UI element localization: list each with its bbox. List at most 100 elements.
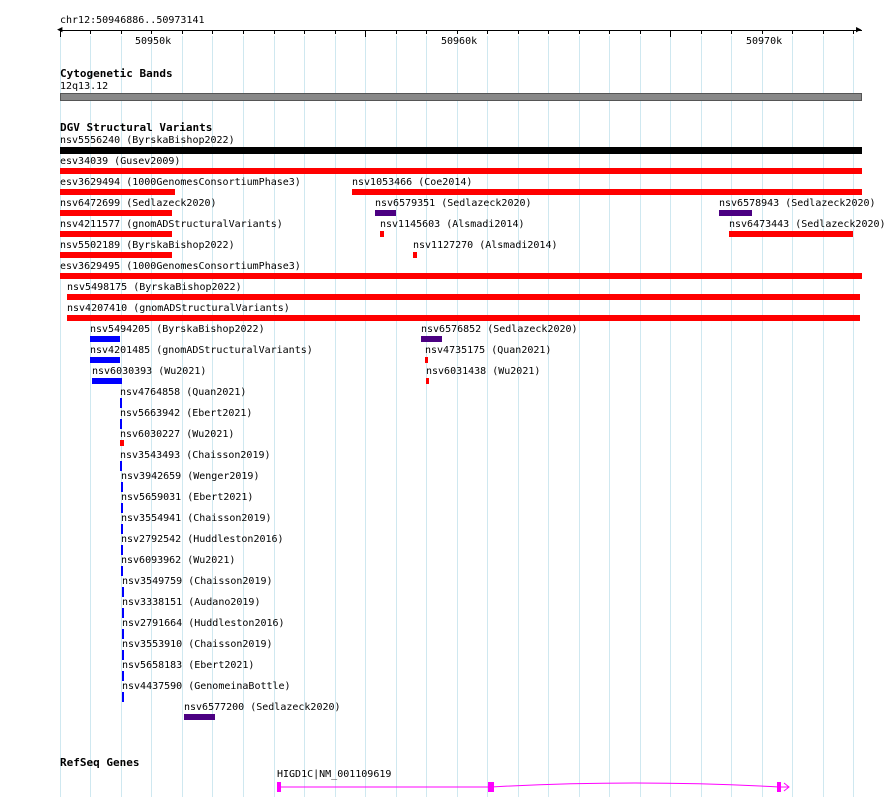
sv-feature-bar[interactable] bbox=[413, 252, 417, 258]
sv-feature-bar[interactable] bbox=[122, 629, 124, 639]
ruler-tick bbox=[274, 30, 275, 34]
ruler-tick bbox=[212, 30, 213, 34]
sv-feature-bar[interactable] bbox=[60, 252, 172, 258]
ruler-tick bbox=[701, 30, 702, 34]
sv-feature-label: esv3629494 (1000GenomesConsortiumPhase3) bbox=[60, 177, 301, 188]
gene-intron bbox=[490, 782, 780, 788]
sv-feature-label: nsv5658183 (Ebert2021) bbox=[122, 660, 255, 671]
sv-feature-bar[interactable] bbox=[425, 357, 428, 363]
ruler-tick bbox=[243, 30, 244, 34]
sv-feature-bar[interactable] bbox=[122, 608, 124, 618]
sv-feature-bar[interactable] bbox=[120, 461, 122, 471]
ruler-tick bbox=[762, 30, 763, 34]
sv-feature-bar[interactable] bbox=[60, 231, 172, 237]
sv-feature-label: nsv5498175 (ByrskaBishop2022) bbox=[67, 282, 242, 293]
genome-browser-view: chr12:50946886..50973141 ◀ ▶ 50950k 5096… bbox=[0, 0, 890, 797]
ruler-tick bbox=[457, 30, 458, 34]
sv-feature-bar[interactable] bbox=[184, 714, 215, 720]
ruler-tick bbox=[304, 30, 305, 34]
sv-feature-bar[interactable] bbox=[60, 210, 172, 216]
gene-model[interactable] bbox=[0, 775, 890, 797]
sv-feature-bar[interactable] bbox=[60, 189, 175, 195]
track-title-cytobands: Cytogenetic Bands bbox=[60, 67, 173, 80]
ruler-tick bbox=[365, 30, 366, 37]
sv-feature-bar[interactable] bbox=[120, 398, 122, 408]
sv-feature-label: nsv5556240 (ByrskaBishop2022) bbox=[60, 135, 235, 146]
sv-feature-label: nsv1145603 (Alsmadi2014) bbox=[380, 219, 525, 230]
sv-feature-bar[interactable] bbox=[122, 692, 124, 702]
ruler-tick bbox=[670, 30, 671, 37]
sv-feature-label: nsv3543493 (Chaisson2019) bbox=[120, 450, 271, 461]
sv-feature-label: nsv6472699 (Sedlazeck2020) bbox=[60, 198, 217, 209]
sv-feature-label: nsv6031438 (Wu2021) bbox=[426, 366, 541, 377]
sv-feature-bar[interactable] bbox=[375, 210, 396, 216]
sv-feature-label: nsv5502189 (ByrskaBishop2022) bbox=[60, 240, 235, 251]
sv-feature-label: nsv6030393 (Wu2021) bbox=[92, 366, 207, 377]
sv-feature-bar[interactable] bbox=[352, 189, 862, 195]
sv-feature-label: nsv6576852 (Sedlazeck2020) bbox=[421, 324, 578, 335]
sv-feature-bar[interactable] bbox=[120, 419, 122, 429]
sv-feature-bar[interactable] bbox=[120, 440, 124, 446]
sv-feature-label: nsv4211577 (gnomADStructuralVariants) bbox=[60, 219, 283, 230]
sv-feature-bar[interactable] bbox=[60, 273, 862, 279]
cytoband-bar[interactable] bbox=[60, 93, 862, 101]
sv-feature-bar[interactable] bbox=[60, 147, 862, 154]
ruler-label: 50960k bbox=[441, 36, 478, 47]
sv-feature-label: esv3629495 (1000GenomesConsortiumPhase3) bbox=[60, 261, 301, 272]
sv-feature-bar[interactable] bbox=[719, 210, 752, 216]
ruler-tick bbox=[90, 30, 91, 34]
ruler-tick bbox=[640, 30, 641, 34]
sv-feature-label: nsv3554941 (Chaisson2019) bbox=[121, 513, 272, 524]
sv-feature-bar[interactable] bbox=[121, 524, 123, 534]
sv-feature-bar[interactable] bbox=[121, 545, 123, 555]
sv-feature-bar[interactable] bbox=[90, 357, 120, 363]
location-label: chr12:50946886..50973141 bbox=[60, 15, 205, 26]
sv-feature-bar[interactable] bbox=[122, 650, 124, 660]
ruler-label: 50970k bbox=[746, 36, 783, 47]
sv-feature-bar[interactable] bbox=[121, 566, 123, 576]
sv-feature-label: nsv6030227 (Wu2021) bbox=[120, 429, 235, 440]
ruler-tick bbox=[60, 30, 61, 37]
gene-exon bbox=[777, 782, 781, 792]
sv-feature-label: nsv4437590 (GenomeinaBottle) bbox=[122, 681, 291, 692]
sv-feature-label: nsv5663942 (Ebert2021) bbox=[120, 408, 253, 419]
ruler-right-arrow-icon: ▶ bbox=[856, 25, 862, 35]
sv-feature-bar[interactable] bbox=[121, 482, 123, 492]
sv-feature-label: nsv5659031 (Ebert2021) bbox=[121, 492, 254, 503]
ruler-tick bbox=[548, 30, 549, 34]
sv-feature-label: esv34039 (Gusev2009) bbox=[60, 156, 181, 167]
sv-feature-bar[interactable] bbox=[90, 336, 120, 342]
ruler-tick bbox=[426, 30, 427, 34]
ruler-tick bbox=[823, 30, 824, 34]
sv-feature-label: nsv6579351 (Sedlazeck2020) bbox=[375, 198, 532, 209]
ruler-tick bbox=[853, 30, 854, 34]
ruler-tick bbox=[609, 30, 610, 34]
sv-feature-label: nsv6578943 (Sedlazeck2020) bbox=[719, 198, 876, 209]
sv-feature-bar[interactable] bbox=[426, 378, 429, 384]
sv-feature-bar[interactable] bbox=[121, 503, 123, 513]
sv-feature-bar[interactable] bbox=[60, 168, 862, 174]
sv-feature-label: nsv6093962 (Wu2021) bbox=[121, 555, 236, 566]
sv-feature-label: nsv3549759 (Chaisson2019) bbox=[122, 576, 273, 587]
sv-feature-label: nsv6577200 (Sedlazeck2020) bbox=[184, 702, 341, 713]
sv-feature-bar[interactable] bbox=[67, 315, 860, 321]
ruler-axis bbox=[60, 30, 862, 31]
ruler-tick bbox=[121, 30, 122, 34]
sv-feature-bar[interactable] bbox=[122, 671, 124, 681]
sv-feature-label: nsv1053466 (Coe2014) bbox=[352, 177, 473, 188]
sv-feature-bar[interactable] bbox=[67, 294, 860, 300]
sv-feature-bar[interactable] bbox=[380, 231, 384, 237]
sv-feature-bar[interactable] bbox=[92, 378, 122, 384]
ruler-tick bbox=[579, 30, 580, 34]
sv-feature-label: nsv4764858 (Quan2021) bbox=[120, 387, 247, 398]
sv-feature-bar[interactable] bbox=[729, 231, 853, 237]
sv-feature-label: nsv4201485 (gnomADStructuralVariants) bbox=[90, 345, 313, 356]
ruler-tick bbox=[518, 30, 519, 34]
track-title-dgv: DGV Structural Variants bbox=[60, 121, 213, 134]
sv-feature-label: nsv3338151 (Audano2019) bbox=[122, 597, 261, 608]
sv-feature-bar[interactable] bbox=[421, 336, 442, 342]
sv-feature-label: nsv1127270 (Alsmadi2014) bbox=[413, 240, 558, 251]
sv-feature-bar[interactable] bbox=[122, 587, 124, 597]
sv-feature-label: nsv3553910 (Chaisson2019) bbox=[122, 639, 273, 650]
sv-feature-label: nsv3942659 (Wenger2019) bbox=[121, 471, 260, 482]
